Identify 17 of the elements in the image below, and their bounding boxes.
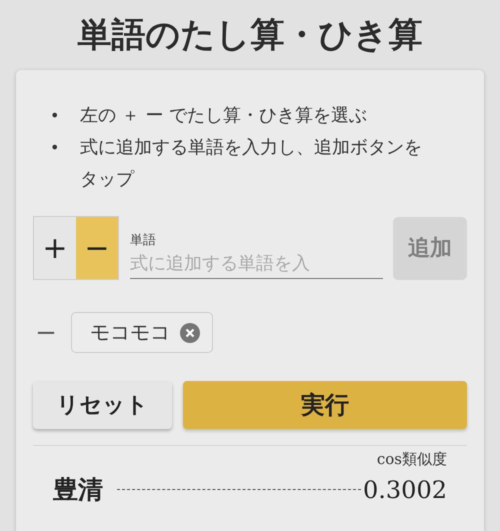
word-field[interactable]: 式に追加する単語を入 xyxy=(130,249,383,279)
operator-toggle[interactable]: + xyxy=(34,217,76,279)
page-title: 単語のたし算・ひき算 xyxy=(76,14,424,57)
bullet-marker: • xyxy=(50,137,60,159)
bullet-marker: • xyxy=(50,105,60,127)
operator-toggle[interactable]: − xyxy=(76,217,118,279)
instruction-text: 式に追加する単語を入力し、追加ボタンをタップ xyxy=(80,136,423,192)
column-header: cos類似度 xyxy=(376,450,447,469)
result-word: 豊清 xyxy=(53,474,103,506)
result-score: 0.3002 xyxy=(363,476,447,504)
term-sign: − xyxy=(34,318,58,348)
chip-text: モコモコ xyxy=(90,319,170,346)
remove-icon[interactable] xyxy=(180,322,200,342)
run-button[interactable]: 実行 xyxy=(183,381,467,429)
field-label: 単語 xyxy=(130,232,157,249)
reset-button[interactable]: リセット xyxy=(33,381,172,429)
instruction-text: 左の ＋ ー でたし算・ひき算を選ぶ xyxy=(80,104,368,128)
